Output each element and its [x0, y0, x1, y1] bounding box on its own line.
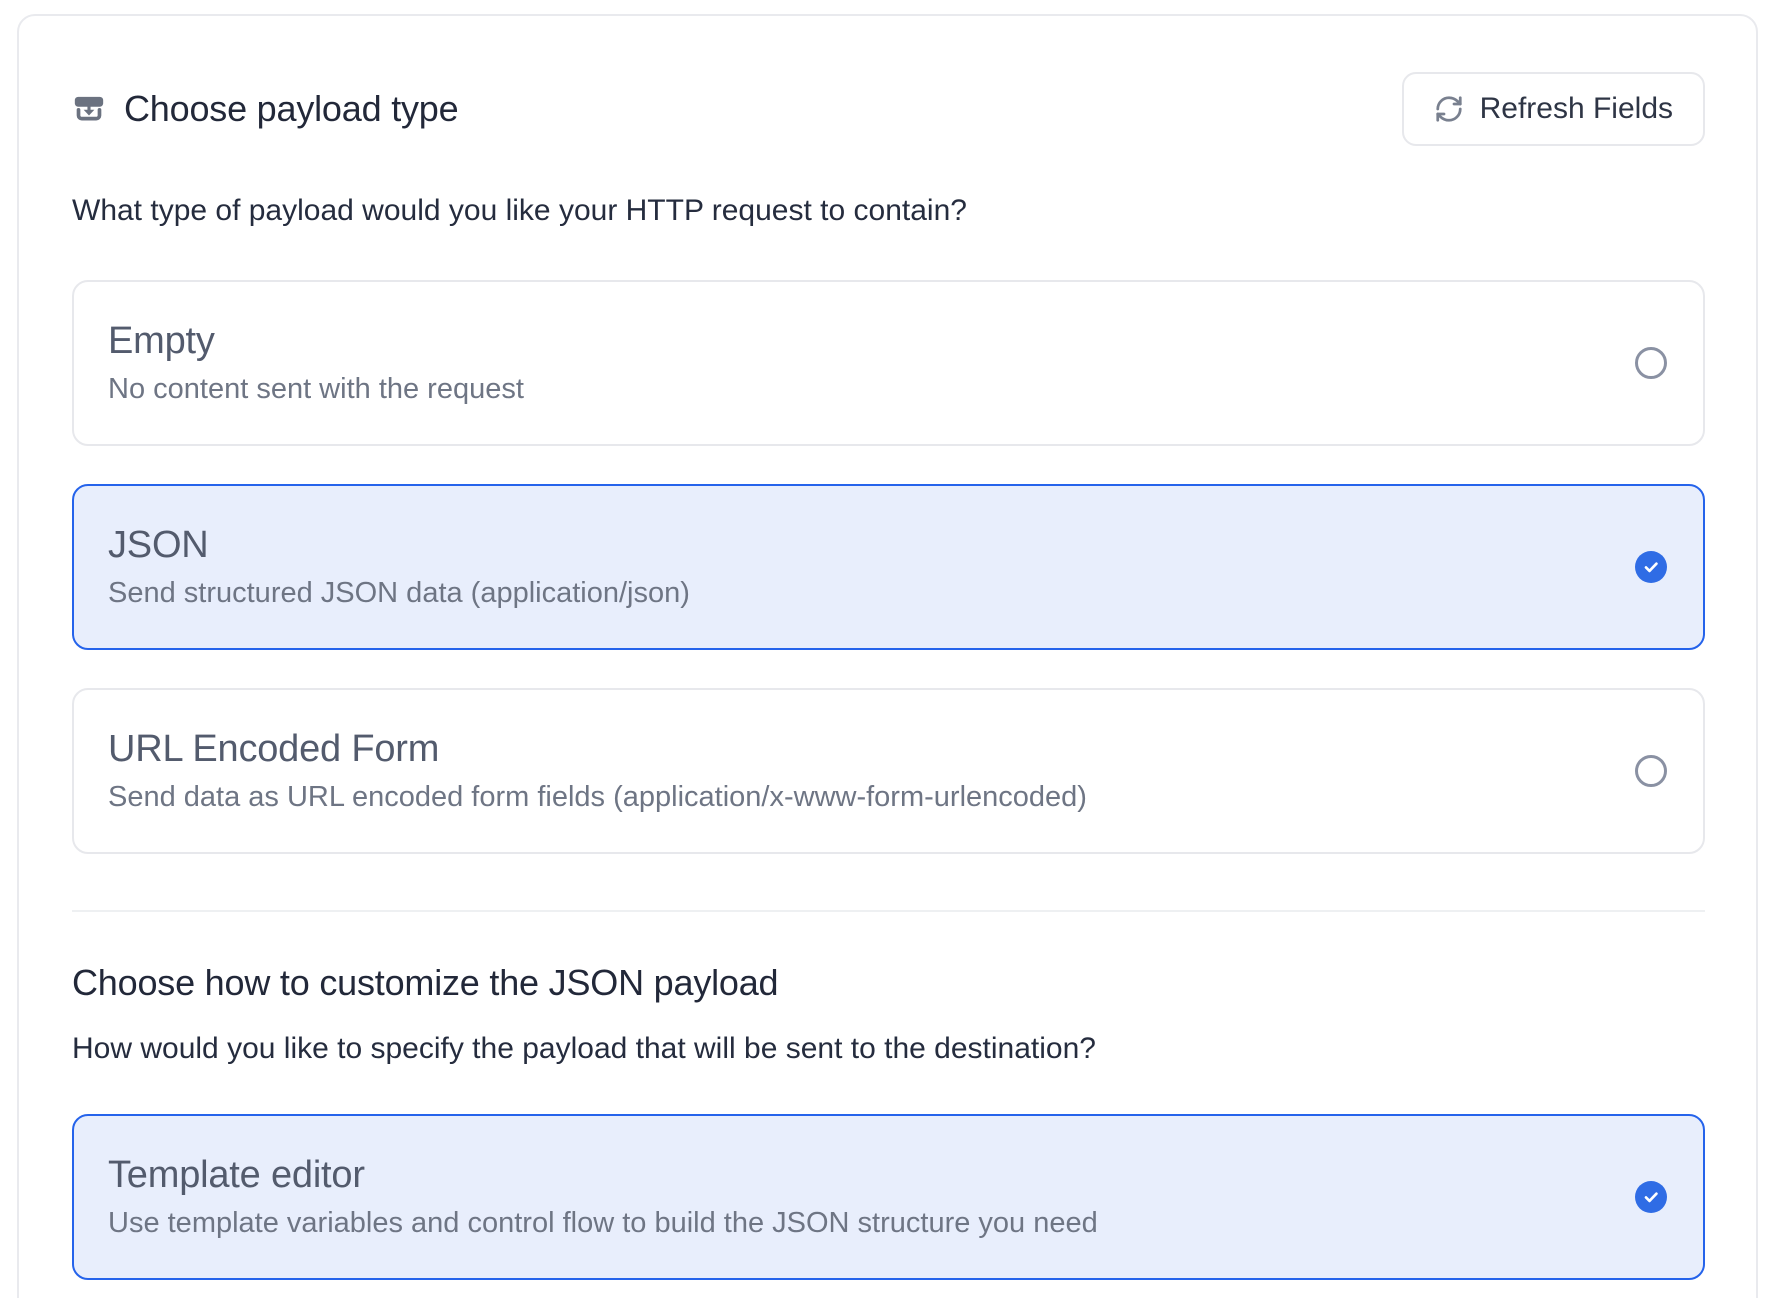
option-card-json[interactable]: JSON Send structured JSON data (applicat…	[72, 484, 1705, 650]
option-description: Send data as URL encoded form fields (ap…	[108, 781, 1583, 814]
payload-type-options: Empty No content sent with the request J…	[72, 280, 1705, 854]
option-card-empty[interactable]: Empty No content sent with the request	[72, 280, 1705, 446]
page-title: Choose payload type	[124, 88, 458, 130]
payload-type-question: What type of payload would you like your…	[72, 194, 1705, 228]
refresh-fields-button[interactable]: Refresh Fields	[1402, 72, 1705, 146]
radio-unselected-icon[interactable]	[1635, 755, 1667, 787]
refresh-fields-label: Refresh Fields	[1480, 92, 1673, 126]
check-circle-icon[interactable]	[1635, 1181, 1667, 1213]
option-card-url-encoded-form[interactable]: URL Encoded Form Send data as URL encode…	[72, 688, 1705, 854]
option-description: No content sent with the request	[108, 373, 1583, 406]
option-description: Send structured JSON data (application/j…	[108, 577, 1583, 610]
option-title: Template editor	[108, 1154, 1583, 1197]
option-title: JSON	[108, 524, 1583, 567]
refresh-icon	[1434, 94, 1464, 124]
option-description: Use template variables and control flow …	[108, 1207, 1583, 1240]
option-title: URL Encoded Form	[108, 728, 1583, 771]
payload-settings-panel: Choose payload type Refresh Fields What …	[17, 14, 1758, 1298]
option-title: Empty	[108, 320, 1583, 363]
panel-header: Choose payload type Refresh Fields	[72, 72, 1705, 146]
customize-section-heading: Choose how to customize the JSON payload	[72, 962, 1705, 1004]
customize-question: How would you like to specify the payloa…	[72, 1032, 1705, 1066]
check-circle-icon[interactable]	[1635, 551, 1667, 583]
customize-options: Template editor Use template variables a…	[72, 1114, 1705, 1280]
panel-header-left: Choose payload type	[72, 88, 458, 130]
radio-unselected-icon[interactable]	[1635, 347, 1667, 379]
option-card-template-editor[interactable]: Template editor Use template variables a…	[72, 1114, 1705, 1280]
section-divider	[72, 910, 1705, 912]
archive-box-arrow-down-icon	[72, 92, 106, 126]
